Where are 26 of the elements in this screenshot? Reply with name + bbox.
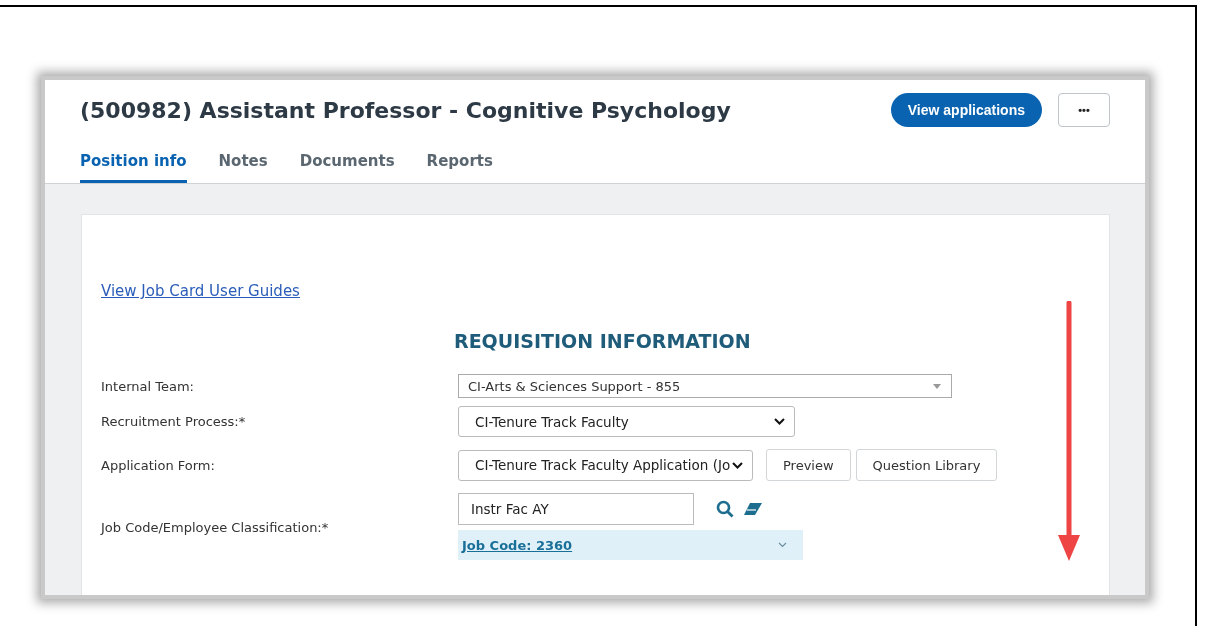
eraser-icon[interactable] xyxy=(743,502,763,516)
tab[interactable]: Notes xyxy=(218,148,268,183)
dropdown-field[interactable]: CI-Tenure Track Faculty xyxy=(458,406,795,437)
search-icon[interactable] xyxy=(716,500,734,518)
section-heading: REQUISITION INFORMATION xyxy=(454,330,752,352)
tab[interactable]: Position info xyxy=(80,148,187,183)
form-button[interactable]: Preview xyxy=(766,449,851,481)
job-code-input[interactable]: Instr Fac AY xyxy=(458,493,694,525)
guide-link[interactable]: View Job Card User Guides xyxy=(101,282,300,300)
field-label: Internal Team: xyxy=(101,378,195,394)
tab[interactable]: Reports xyxy=(426,148,493,183)
dropdown-arrow-icon xyxy=(933,383,941,389)
dropdown-field[interactable]: CI-Tenure Track Faculty Application (Jo xyxy=(458,449,753,481)
tab[interactable]: Documents xyxy=(299,148,395,183)
page-title: (500982) Assistant Professor - Cognitive Psychology xyxy=(80,97,732,123)
dropdown-field[interactable]: CI-Arts & Sciences Support - 855 xyxy=(458,374,952,398)
view-applications-button[interactable]: View applications xyxy=(890,93,1042,127)
field-label: Recruitment Process:* xyxy=(101,414,247,429)
more-button[interactable]: ••• xyxy=(1058,93,1110,127)
chevron-icon[interactable] xyxy=(778,542,787,548)
form-button[interactable]: Question Library xyxy=(855,449,998,481)
chevron-icon xyxy=(774,418,785,425)
field-label: Application Form: xyxy=(101,457,216,473)
job-code-link[interactable]: Job Code: 2360 xyxy=(462,537,573,553)
field-label: Job Code/Employee Classification:* xyxy=(101,518,330,537)
chevron-icon xyxy=(732,461,743,469)
